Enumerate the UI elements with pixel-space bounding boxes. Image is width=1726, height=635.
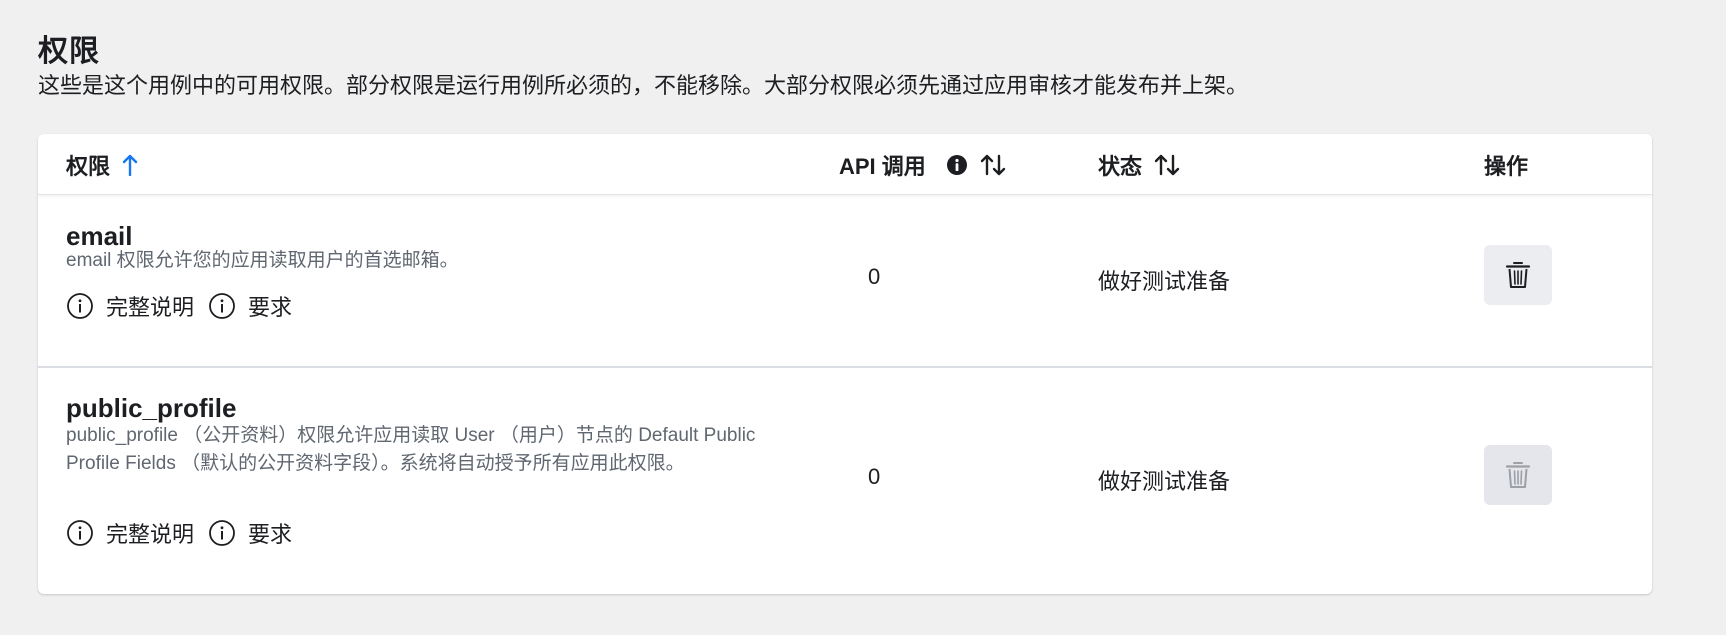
column-label-permission: 权限: [66, 154, 111, 179]
requirements-link[interactable]: 要求: [208, 517, 292, 549]
sort-arrows-icon[interactable]: [980, 154, 1006, 176]
full-description-link[interactable]: 完整说明: [66, 517, 194, 549]
trash-icon: [1505, 262, 1531, 288]
permission-description: email 权限允许您的应用读取用户的首选邮箱。: [66, 250, 459, 271]
permission-name: public_profile: [66, 393, 237, 423]
page-title: 权限: [38, 35, 100, 68]
table-row: email email 权限允许您的应用读取用户的首选邮箱。 完整说明 要求 0…: [38, 195, 1652, 368]
page-description: 这些是这个用例中的可用权限。部分权限是运行用例所必须的，不能移除。大部分权限必须…: [38, 73, 1249, 98]
full-description-label: 完整说明: [106, 295, 195, 320]
arrow-up-icon[interactable]: [122, 154, 138, 176]
trash-icon: [1505, 462, 1531, 488]
status-value: 做好测试准备: [1098, 269, 1231, 294]
full-description-label: 完整说明: [106, 522, 195, 547]
full-description-link[interactable]: 完整说明: [66, 290, 194, 322]
info-outline-icon: [209, 293, 235, 319]
column-header-status[interactable]: 状态: [1098, 151, 1180, 179]
info-filled-icon[interactable]: [946, 154, 968, 176]
column-header-api-calls[interactable]: API 调用: [839, 151, 1006, 179]
info-outline-icon: [67, 293, 93, 319]
requirements-link[interactable]: 要求: [208, 290, 292, 322]
permission-links: 完整说明 要求: [66, 290, 306, 322]
column-header-permission[interactable]: 权限: [66, 151, 138, 179]
column-label-status: 状态: [1098, 154, 1143, 179]
api-calls-value: 0: [868, 264, 881, 289]
info-outline-icon: [67, 520, 93, 546]
info-outline-icon: [209, 520, 235, 546]
delete-button[interactable]: [1484, 245, 1552, 305]
status-value: 做好测试准备: [1098, 469, 1231, 494]
requirements-label: 要求: [248, 522, 293, 547]
table-row: public_profile public_profile （公开资料）权限允许…: [38, 368, 1652, 594]
table-header: 权限 API 调用 状态 操作: [38, 134, 1652, 195]
permission-links: 完整说明 要求: [66, 517, 306, 549]
column-header-actions: 操作: [1484, 151, 1528, 179]
requirements-label: 要求: [248, 295, 293, 320]
api-calls-value: 0: [868, 464, 881, 489]
permissions-table: 权限 API 调用 状态 操作 email email 权限允许您的应用读取用户…: [38, 134, 1652, 594]
column-label-api-calls: API 调用: [839, 154, 926, 179]
column-label-actions: 操作: [1484, 154, 1529, 179]
permission-description: public_profile （公开资料）权限允许应用读取 User （用户）节…: [66, 425, 756, 474]
sort-arrows-icon[interactable]: [1154, 154, 1180, 176]
delete-button[interactable]: [1484, 445, 1552, 505]
